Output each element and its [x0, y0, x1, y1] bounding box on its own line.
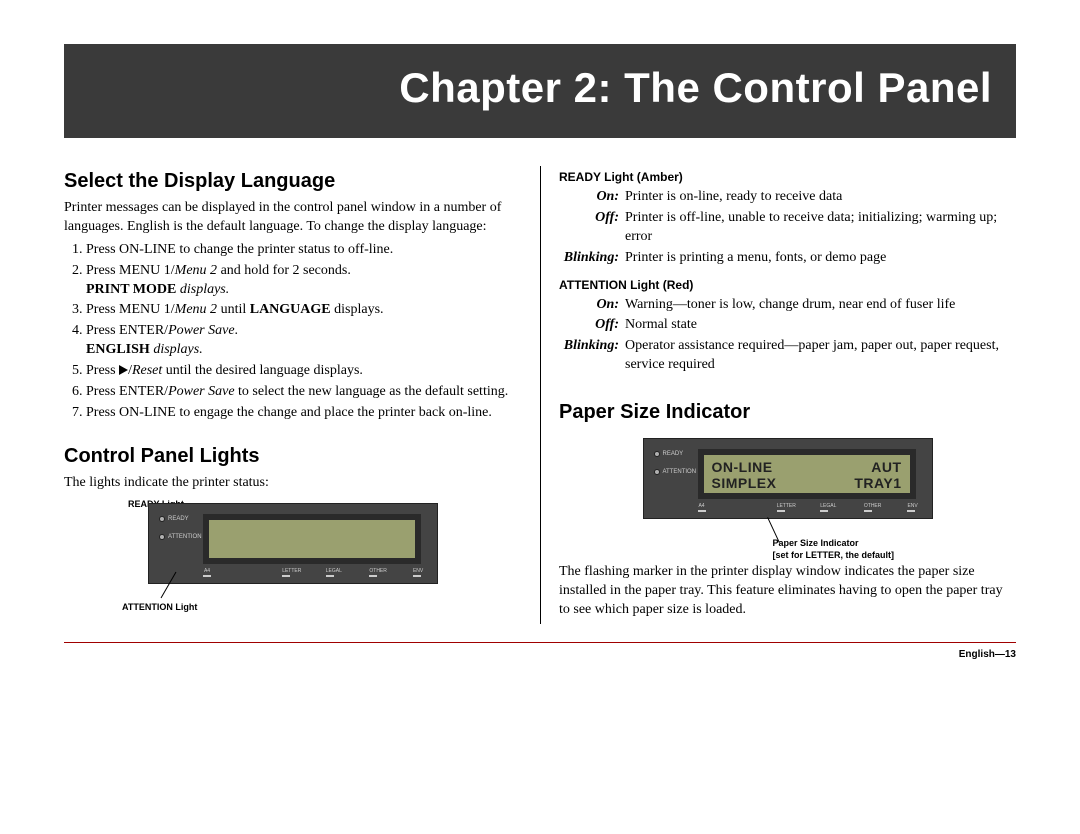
heading-attention-light: ATTENTION Light (Red) — [559, 278, 1016, 292]
heading-panel-lights: Control Panel Lights — [64, 445, 522, 468]
paragraph-lights-intro: The lights indicate the printer status: — [64, 474, 522, 493]
step-3: Press MENU 1/Menu 2 until LANGUAGE displ… — [86, 301, 522, 320]
page: Chapter 2: The Control Panel Select the … — [0, 0, 1080, 834]
ready-led-icon — [159, 516, 165, 522]
paper-size-ruler-2: A4 LETTER LEGAL OTHER ENV — [698, 503, 916, 512]
attention-light-table: On:Warning—toner is low, change drum, ne… — [559, 296, 1016, 376]
page-footer: English—13 — [64, 649, 1016, 660]
step-4: Press ENTER/Power Save. ENGLISH displays… — [86, 322, 522, 360]
chapter-title: Chapter 2: The Control Panel — [88, 64, 992, 112]
left-column: Select the Display Language Printer mess… — [64, 166, 540, 624]
heading-paper-size: Paper Size Indicator — [559, 401, 1016, 424]
step-7: Press ON-LINE to engage the change and p… — [86, 404, 522, 423]
heading-ready-light: READY Light (Amber) — [559, 170, 1016, 184]
attention-led-icon — [654, 469, 660, 475]
panel-diagram-2: READY ATTENTION ON-LINEAUT SIMPLEXTRAY1 … — [643, 438, 933, 519]
footer-rule — [64, 642, 1016, 643]
printer-panel: READY ATTENTION A4LETTERLEGALOTHERENV — [148, 503, 438, 584]
right-column: READY Light (Amber) On:Printer is on-lin… — [540, 166, 1016, 624]
two-column-layout: Select the Display Language Printer mess… — [64, 166, 1016, 624]
led-column-2: READY ATTENTION — [654, 451, 697, 479]
ready-light-table: On:Printer is on-line, ready to receive … — [559, 188, 1016, 268]
heading-select-language: Select the Display Language — [64, 170, 522, 193]
lcd-screen — [203, 514, 421, 564]
callout-paper-size-indicator: Paper Size Indicator [set for LETTER, th… — [773, 538, 895, 561]
paragraph-psi-desc: The flashing marker in the printer displ… — [559, 563, 1016, 620]
attention-led-icon — [159, 534, 165, 540]
callout-attention-light: ATTENTION Light — [122, 602, 197, 612]
step-4-result: ENGLISH displays. — [86, 341, 522, 360]
chapter-banner: Chapter 2: The Control Panel — [64, 44, 1016, 138]
play-icon — [119, 365, 128, 375]
step-5: Press /Reset until the desired language … — [86, 362, 522, 381]
paper-size-ruler: A4LETTERLEGALOTHERENV — [203, 568, 421, 577]
printer-panel-2: READY ATTENTION ON-LINEAUT SIMPLEXTRAY1 … — [643, 438, 933, 519]
step-2-result: PRINT MODE displays. — [86, 281, 522, 300]
ready-led-icon — [654, 451, 660, 457]
paragraph-language-intro: Printer messages can be displayed in the… — [64, 199, 522, 237]
panel-diagram-1: READY Light READY ATTENTION A4LETTERLEGA… — [148, 503, 438, 584]
step-6: Press ENTER/Power Save to select the new… — [86, 383, 522, 402]
language-steps: Press ON-LINE to change the printer stat… — [64, 241, 522, 423]
step-1: Press ON-LINE to change the printer stat… — [86, 241, 522, 260]
led-column: READY ATTENTION — [159, 516, 202, 544]
step-2: Press MENU 1/Menu 2 and hold for 2 secon… — [86, 262, 522, 300]
lcd-screen-2: ON-LINEAUT SIMPLEXTRAY1 — [698, 449, 916, 499]
